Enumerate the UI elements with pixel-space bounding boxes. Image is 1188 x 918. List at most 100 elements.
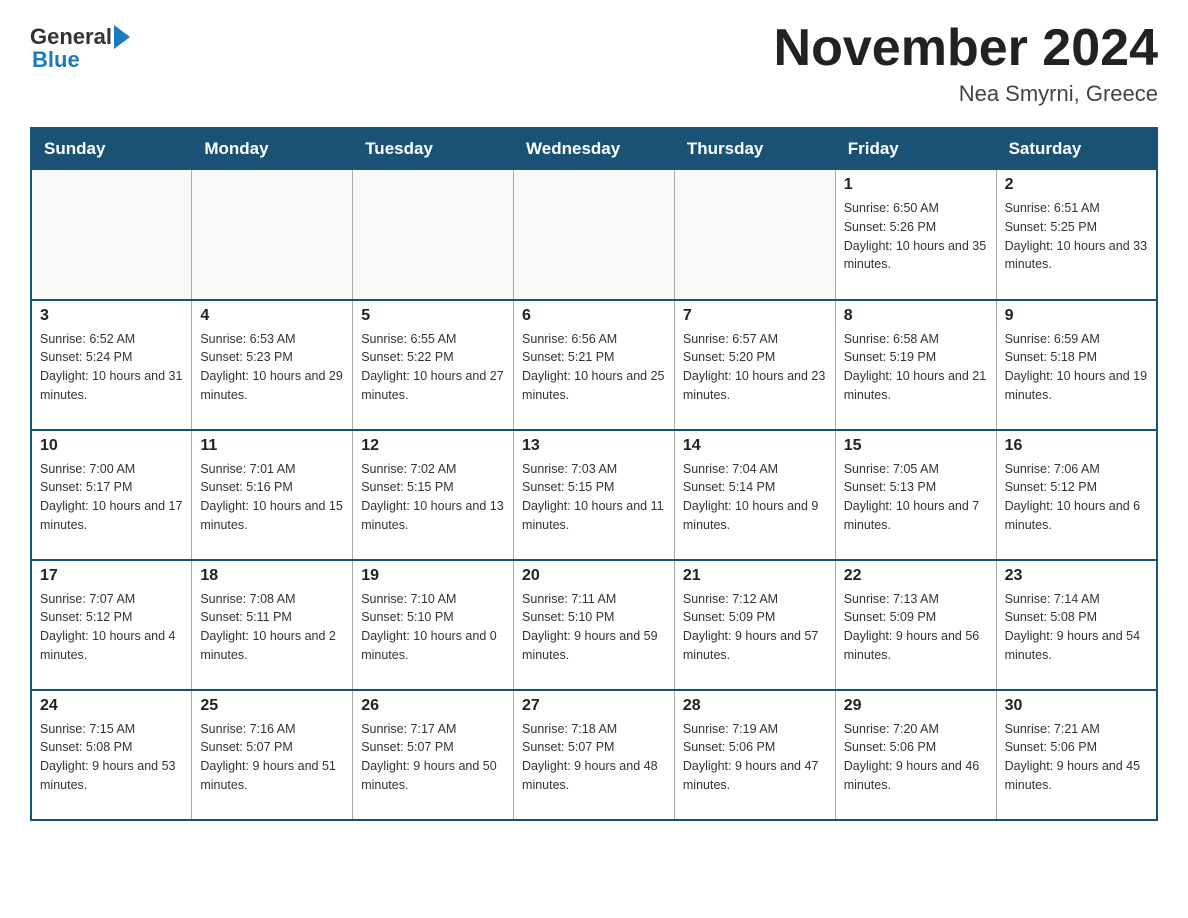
sun-info: Sunrise: 6:53 AMSunset: 5:23 PMDaylight:… (200, 330, 344, 405)
day-of-week-header: Thursday (674, 128, 835, 170)
sun-info: Sunrise: 7:07 AMSunset: 5:12 PMDaylight:… (40, 590, 183, 665)
calendar-cell: 6Sunrise: 6:56 AMSunset: 5:21 PMDaylight… (514, 300, 675, 430)
calendar-week-row: 17 Sunrise: 7:07 AMSunset: 5:12 PMDayligh… (31, 560, 1157, 690)
calendar-cell: 29 Sunrise: 7:20 AMSunset: 5:06 PMDayligh… (835, 690, 996, 820)
calendar-cell: 26 Sunrise: 7:17 AMSunset: 5:07 PMDayligh… (353, 690, 514, 820)
sun-info: Sunrise: 7:05 AMSunset: 5:13 PMDaylight:… (844, 460, 988, 535)
day-number: 24 (40, 697, 183, 715)
sun-info: Sunrise: 6:55 AMSunset: 5:22 PMDaylight:… (361, 330, 505, 405)
calendar-cell: 10Sunrise: 7:00 AMSunset: 5:17 PMDayligh… (31, 430, 192, 560)
sun-info: Sunrise: 6:58 AMSunset: 5:19 PMDaylight:… (844, 330, 988, 405)
calendar-cell: 9Sunrise: 6:59 AMSunset: 5:18 PMDaylight… (996, 300, 1157, 430)
location-subtitle: Nea Smyrni, Greece (774, 81, 1158, 107)
day-number: 5 (361, 307, 505, 325)
calendar-cell: 30Sunrise: 7:21 AMSunset: 5:06 PMDayligh… (996, 690, 1157, 820)
day-number: 30 (1005, 697, 1148, 715)
calendar-header-row: SundayMondayTuesdayWednesdayThursdayFrid… (31, 128, 1157, 170)
calendar-cell: 13Sunrise: 7:03 AMSunset: 5:15 PMDayligh… (514, 430, 675, 560)
sun-info: Sunrise: 6:52 AMSunset: 5:24 PMDaylight:… (40, 330, 183, 405)
calendar-cell: 16 Sunrise: 7:06 AMSunset: 5:12 PMDayligh… (996, 430, 1157, 560)
calendar-cell: 11 Sunrise: 7:01 AMSunset: 5:16 PMDayligh… (192, 430, 353, 560)
calendar-cell (31, 170, 192, 300)
calendar-cell: 15 Sunrise: 7:05 AMSunset: 5:13 PMDayligh… (835, 430, 996, 560)
calendar-cell: 8 Sunrise: 6:58 AMSunset: 5:19 PMDaylight… (835, 300, 996, 430)
calendar-cell: 28 Sunrise: 7:19 AMSunset: 5:06 PMDayligh… (674, 690, 835, 820)
day-number: 28 (683, 697, 827, 715)
calendar-cell (674, 170, 835, 300)
day-number: 7 (683, 307, 827, 325)
sun-info: Sunrise: 6:57 AMSunset: 5:20 PMDaylight:… (683, 330, 827, 405)
calendar-cell: 18 Sunrise: 7:08 AMSunset: 5:11 PMDayligh… (192, 560, 353, 690)
calendar-cell: 2 Sunrise: 6:51 AMSunset: 5:25 PMDaylight… (996, 170, 1157, 300)
day-number: 2 (1005, 176, 1148, 194)
calendar-week-row: 3 Sunrise: 6:52 AMSunset: 5:24 PMDaylight… (31, 300, 1157, 430)
day-of-week-header: Sunday (31, 128, 192, 170)
sun-info: Sunrise: 7:14 AMSunset: 5:08 PMDaylight:… (1005, 590, 1148, 665)
day-number: 23 (1005, 567, 1148, 585)
day-number: 19 (361, 567, 505, 585)
day-number: 27 (522, 697, 666, 715)
calendar-cell: 12 Sunrise: 7:02 AMSunset: 5:15 PMDayligh… (353, 430, 514, 560)
day-number: 9 (1005, 307, 1148, 325)
day-number: 25 (200, 697, 344, 715)
day-number: 8 (844, 307, 988, 325)
calendar-cell: 4 Sunrise: 6:53 AMSunset: 5:23 PMDaylight… (192, 300, 353, 430)
calendar-cell: 7 Sunrise: 6:57 AMSunset: 5:20 PMDaylight… (674, 300, 835, 430)
sun-info: Sunrise: 7:02 AMSunset: 5:15 PMDaylight:… (361, 460, 505, 535)
calendar-title: November 2024 (774, 20, 1158, 77)
day-number: 10 (40, 437, 183, 455)
sun-info: Sunrise: 7:13 AMSunset: 5:09 PMDaylight:… (844, 590, 988, 665)
logo-arrow-icon (114, 25, 130, 49)
calendar-cell: 23 Sunrise: 7:14 AMSunset: 5:08 PMDayligh… (996, 560, 1157, 690)
sun-info: Sunrise: 7:20 AMSunset: 5:06 PMDaylight:… (844, 720, 988, 795)
day-of-week-header: Wednesday (514, 128, 675, 170)
sun-info: Sunrise: 7:12 AMSunset: 5:09 PMDaylight:… (683, 590, 827, 665)
sun-info: Sunrise: 6:56 AMSunset: 5:21 PMDaylight:… (522, 330, 666, 405)
day-of-week-header: Friday (835, 128, 996, 170)
day-number: 4 (200, 307, 344, 325)
day-number: 20 (522, 567, 666, 585)
sun-info: Sunrise: 7:11 AMSunset: 5:10 PMDaylight:… (522, 590, 666, 665)
day-number: 14 (683, 437, 827, 455)
day-number: 3 (40, 307, 183, 325)
sun-info: Sunrise: 7:01 AMSunset: 5:16 PMDaylight:… (200, 460, 344, 535)
calendar-cell: 25Sunrise: 7:16 AMSunset: 5:07 PMDayligh… (192, 690, 353, 820)
title-area: November 2024 Nea Smyrni, Greece (774, 20, 1158, 107)
calendar-week-row: 1Sunrise: 6:50 AMSunset: 5:26 PMDaylight… (31, 170, 1157, 300)
calendar-cell (514, 170, 675, 300)
day-number: 15 (844, 437, 988, 455)
calendar-cell: 5 Sunrise: 6:55 AMSunset: 5:22 PMDaylight… (353, 300, 514, 430)
day-of-week-header: Tuesday (353, 128, 514, 170)
day-number: 11 (200, 437, 344, 455)
sun-info: Sunrise: 7:10 AMSunset: 5:10 PMDaylight:… (361, 590, 505, 665)
day-number: 16 (1005, 437, 1148, 455)
calendar-cell: 14Sunrise: 7:04 AMSunset: 5:14 PMDayligh… (674, 430, 835, 560)
calendar-cell (192, 170, 353, 300)
sun-info: Sunrise: 6:51 AMSunset: 5:25 PMDaylight:… (1005, 199, 1148, 274)
calendar-week-row: 24Sunrise: 7:15 AMSunset: 5:08 PMDayligh… (31, 690, 1157, 820)
calendar-cell: 24Sunrise: 7:15 AMSunset: 5:08 PMDayligh… (31, 690, 192, 820)
day-number: 12 (361, 437, 505, 455)
sun-info: Sunrise: 7:19 AMSunset: 5:06 PMDaylight:… (683, 720, 827, 795)
calendar-cell: 22Sunrise: 7:13 AMSunset: 5:09 PMDayligh… (835, 560, 996, 690)
day-number: 17 (40, 567, 183, 585)
day-number: 21 (683, 567, 827, 585)
calendar-cell: 19 Sunrise: 7:10 AMSunset: 5:10 PMDayligh… (353, 560, 514, 690)
sun-info: Sunrise: 7:08 AMSunset: 5:11 PMDaylight:… (200, 590, 344, 665)
day-of-week-header: Monday (192, 128, 353, 170)
calendar-cell: 17 Sunrise: 7:07 AMSunset: 5:12 PMDayligh… (31, 560, 192, 690)
sun-info: Sunrise: 7:18 AMSunset: 5:07 PMDaylight:… (522, 720, 666, 795)
day-number: 26 (361, 697, 505, 715)
calendar-cell: 3 Sunrise: 6:52 AMSunset: 5:24 PMDaylight… (31, 300, 192, 430)
day-of-week-header: Saturday (996, 128, 1157, 170)
sun-info: Sunrise: 7:06 AMSunset: 5:12 PMDaylight:… (1005, 460, 1148, 535)
logo: General Blue (30, 20, 130, 71)
day-number: 13 (522, 437, 666, 455)
day-number: 29 (844, 697, 988, 715)
calendar-table: SundayMondayTuesdayWednesdayThursdayFrid… (30, 127, 1158, 821)
day-number: 18 (200, 567, 344, 585)
calendar-cell (353, 170, 514, 300)
sun-info: Sunrise: 7:17 AMSunset: 5:07 PMDaylight:… (361, 720, 505, 795)
logo-general-text: General (30, 26, 112, 48)
logo-blue-text: Blue (32, 49, 80, 71)
